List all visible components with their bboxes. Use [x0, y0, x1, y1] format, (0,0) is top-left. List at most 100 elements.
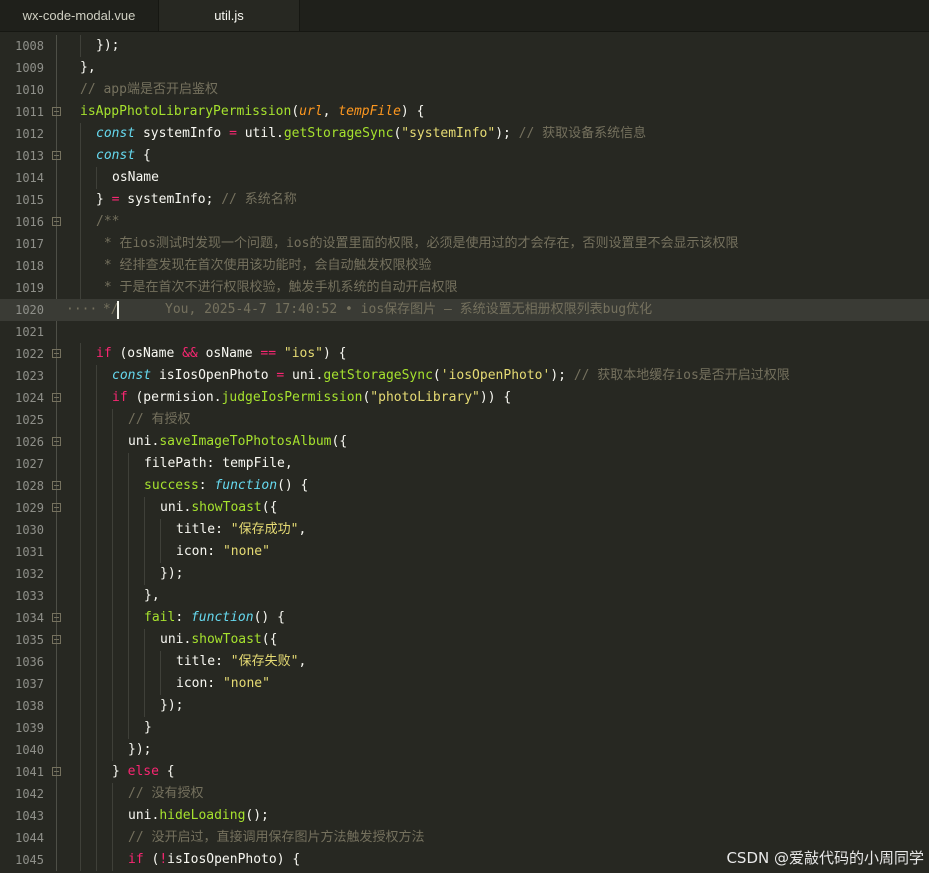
code-line[interactable]: 1031 icon: "none" — [0, 541, 929, 563]
indent-guide — [160, 541, 161, 563]
fold-toggle-icon[interactable] — [52, 481, 61, 490]
code-token: }, — [144, 588, 160, 603]
code-token: }); — [160, 566, 184, 581]
fold-toggle-icon[interactable] — [52, 613, 61, 622]
code-token: success — [144, 478, 199, 493]
indent-guide — [96, 849, 97, 871]
code-token: const — [96, 148, 136, 163]
indent-guide — [144, 651, 145, 673]
code-token: if — [112, 390, 128, 405]
code-line[interactable]: 1026 uni.saveImageToPhotosAlbum({ — [0, 431, 929, 453]
code-line[interactable]: 1040}); — [0, 739, 929, 761]
line-number: 1029 — [15, 501, 44, 515]
indent-guide — [96, 805, 97, 827]
code-editor[interactable]: 1008}); 1009}, 1010// app端是否开启鉴权 1011 isAppP… — [0, 35, 929, 873]
indent-guide — [144, 519, 145, 541]
code-line[interactable]: 1010 // app端是否开启鉴权 — [0, 79, 929, 101]
fold-toggle-icon[interactable] — [52, 503, 61, 512]
indent-guide — [80, 123, 81, 145]
code-line[interactable]: 1012 const systemInfo = util.getStorageSy… — [0, 123, 929, 145]
code-line[interactable]: 1042 // 没有授权 — [0, 783, 929, 805]
code-line[interactable]: 1014 osName — [0, 167, 929, 189]
indent-guide — [128, 585, 129, 607]
indent-guide — [112, 563, 113, 585]
line-number: 1028 — [15, 479, 44, 493]
code-line[interactable]: 1030 title: "保存成功", — [0, 519, 929, 541]
indent-guide — [144, 673, 145, 695]
code-line[interactable]: 1028 success: function() { — [0, 475, 929, 497]
line-number: 1034 — [15, 611, 44, 625]
git-blame-annotation: You, 2025-4-7 17:40:52 • ios保存图片 – 系统设置无… — [165, 302, 653, 317]
code-line[interactable]: 1021 — [0, 321, 929, 343]
code-line[interactable]: 1013 const { — [0, 145, 929, 167]
code-line[interactable]: 1041} else { — [0, 761, 929, 783]
code-token: showToast — [191, 500, 262, 515]
code-line[interactable]: 1016 /** — [0, 211, 929, 233]
fold-toggle-icon[interactable] — [52, 635, 61, 644]
code-token: const — [112, 368, 152, 383]
indent-guide — [80, 233, 81, 255]
code-line[interactable]: 1044 // 没开启过，直接调用保存图片方法触发授权方法 — [0, 827, 929, 849]
code-line[interactable]: 1018 * 经排查发现在首次使用该功能时，会自动触发权限校验 — [0, 255, 929, 277]
code-line[interactable]: 1025 // 有授权 — [0, 409, 929, 431]
tab-wx-code-modal[interactable]: wx-code-modal.vue — [0, 0, 158, 31]
line-number: 1032 — [15, 567, 44, 581]
code-line[interactable]: 1033}, — [0, 585, 929, 607]
code-token: * 经排查发现在首次使用该功能时，会自动触发权限校验 — [96, 258, 432, 273]
code-token: getStorageSync — [323, 368, 433, 383]
code-token: = — [229, 126, 237, 141]
code-token: saveImageToPhotosAlbum — [159, 434, 332, 449]
code-line[interactable]: 1029 uni.showToast({ — [0, 497, 929, 519]
line-number: 1013 — [15, 149, 44, 163]
code-token: title: — [176, 654, 231, 669]
code-text: const isIosOpenPhoto = uni.getStorageSyn… — [112, 365, 790, 387]
fold-toggle-icon[interactable] — [52, 217, 61, 226]
code-line[interactable]: 1020 ···· */ You, 2025-4-7 17:40:52 • ios保… — [0, 299, 929, 321]
code-line[interactable]: 1019 * 于是在首次不进行权限校验，触发手机系统的自动开启权限 — [0, 277, 929, 299]
code-line[interactable]: 1011 isAppPhotoLibraryPermission(url, tem… — [0, 101, 929, 123]
indent-guide — [112, 453, 113, 475]
code-line[interactable]: 1039} — [0, 717, 929, 739]
code-line[interactable]: 1009}, — [0, 57, 929, 79]
code-token: if — [128, 852, 144, 867]
code-line[interactable]: 1017 * 在ios测试时发现一个问题，ios的设置里面的权限，必须是使用过的… — [0, 233, 929, 255]
code-token: (permision. — [127, 390, 222, 405]
code-line[interactable]: 1035 uni.showToast({ — [0, 629, 929, 651]
code-line[interactable]: 1008}); — [0, 35, 929, 57]
indent-guide — [96, 519, 97, 541]
code-text: fail: function() { — [144, 607, 285, 629]
fold-toggle-icon[interactable] — [52, 393, 61, 402]
indent-guide — [80, 255, 81, 277]
code-line[interactable]: 1027 filePath: tempFile, — [0, 453, 929, 475]
indent-guide — [96, 761, 97, 783]
code-line[interactable]: 1032}); — [0, 563, 929, 585]
fold-toggle-icon[interactable] — [52, 767, 61, 776]
line-number: 1041 — [15, 765, 44, 779]
code-text: } — [144, 717, 152, 739]
code-token: const — [96, 126, 136, 141]
code-line[interactable]: 1022 if (osName && osName == "ios") { — [0, 343, 929, 365]
code-text: }); — [128, 739, 151, 761]
line-number: 1044 — [15, 831, 44, 845]
fold-toggle-icon[interactable] — [52, 437, 61, 446]
code-line[interactable]: 1043 uni.hideLoading(); — [0, 805, 929, 827]
fold-toggle-icon[interactable] — [52, 107, 61, 116]
indent-guide — [80, 277, 81, 299]
code-line[interactable]: 1036 title: "保存失败", — [0, 651, 929, 673]
code-line[interactable]: 1015} = systemInfo; // 系统名称 — [0, 189, 929, 211]
code-token: "none" — [222, 544, 270, 559]
code-token: url — [299, 104, 323, 119]
code-line[interactable]: 1038}); — [0, 695, 929, 717]
fold-toggle-icon[interactable] — [52, 349, 61, 358]
code-line[interactable]: 1037 icon: "none" — [0, 673, 929, 695]
indent-guide — [128, 519, 129, 541]
tab-util-js[interactable]: util.js — [158, 0, 300, 31]
code-line[interactable]: 1024 if (permision.judgeIosPermission("ph… — [0, 387, 929, 409]
code-line[interactable]: 1023 const isIosOpenPhoto = uni.getStorag… — [0, 365, 929, 387]
code-token: ( — [143, 852, 160, 867]
fold-toggle-icon[interactable] — [52, 151, 61, 160]
code-line[interactable]: 1034 fail: function() { — [0, 607, 929, 629]
code-text: */ — [95, 299, 119, 321]
indent-guide — [160, 673, 161, 695]
code-token: * 于是在首次不进行权限校验，触发手机系统的自动开启权限 — [96, 280, 458, 295]
